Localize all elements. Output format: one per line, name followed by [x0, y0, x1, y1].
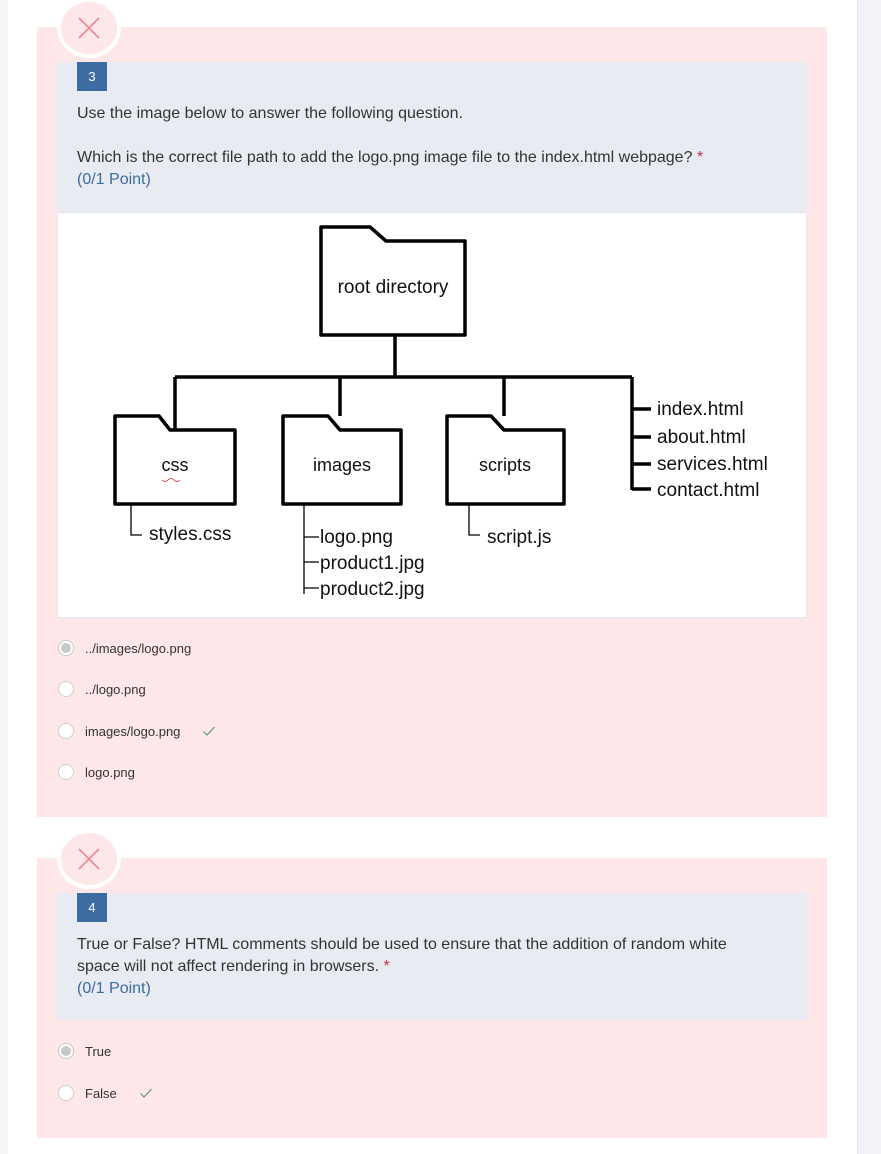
option-false[interactable]: False [57, 1082, 153, 1104]
images-file-label: product2.jpg [320, 579, 425, 600]
scripts-folder-label: scripts [479, 455, 531, 475]
radio-button[interactable] [58, 1043, 74, 1059]
folder-tree-diagram: root directory css images scripts styles… [113, 225, 768, 600]
incorrect-badge [57, 0, 121, 58]
question-prompt: Which is the correct file path to add th… [77, 147, 777, 191]
question-points: (0/1 Point) [77, 980, 151, 997]
question-prompt-line2: space will not affect rendering in brows… [77, 958, 380, 975]
scripts-file-label: script.js [487, 527, 551, 548]
images-folder-label: images [313, 455, 371, 475]
images-file-label: product1.jpg [320, 553, 425, 574]
radio-button[interactable] [58, 1085, 74, 1101]
option-label: ../images/logo.png [85, 640, 192, 656]
root-file-label: about.html [657, 427, 746, 448]
scrollbar-track[interactable] [857, 0, 881, 1154]
option-logo[interactable]: logo.png [57, 761, 135, 783]
question-number: 4 [77, 893, 107, 922]
images-file-label: logo.png [320, 527, 393, 548]
correct-check-icon [203, 726, 216, 736]
question-prompt-text: Which is the correct file path to add th… [77, 149, 693, 166]
correct-check-icon [139, 1088, 152, 1098]
option-images-logo-relative[interactable]: ../images/logo.png [57, 637, 191, 659]
option-true[interactable]: True [57, 1040, 111, 1062]
root-directory-label: root directory [338, 277, 449, 298]
question-prompt-line1: True or False? HTML comments should be u… [77, 936, 727, 953]
question-card-3: 3 Use the image below to answer the foll… [37, 0, 827, 817]
css-file-label: styles.css [149, 524, 231, 545]
x-icon [78, 17, 100, 39]
question-number: 3 [77, 62, 107, 91]
root-file-label: contact.html [657, 480, 759, 501]
root-file-label: index.html [657, 399, 744, 420]
folder-structure-figure: root directory css images scripts styles… [57, 212, 807, 618]
x-icon [78, 848, 100, 870]
question-intro: Use the image below to answer the follow… [77, 105, 463, 122]
required-marker: * [696, 149, 704, 166]
root-file-label: services.html [657, 454, 768, 475]
css-folder-label: css [162, 455, 189, 475]
incorrect-badge [57, 829, 121, 889]
radio-button[interactable] [58, 640, 74, 656]
required-marker: * [383, 958, 390, 975]
question-card-4: 4 True or False? HTML comments should be… [37, 829, 827, 1138]
option-label: True [85, 1043, 112, 1059]
option-label: images/logo.png [85, 723, 181, 739]
radio-button[interactable] [58, 681, 74, 697]
question-prompt: True or False? HTML comments should be u… [77, 934, 777, 1000]
left-gutter [0, 0, 8, 1154]
option-images-logo[interactable]: images/logo.png [57, 720, 216, 742]
question-panel: 4 True or False? HTML comments should be… [57, 893, 807, 1020]
option-label: logo.png [85, 764, 135, 780]
radio-button[interactable] [58, 764, 74, 780]
option-label: ../logo.png [85, 681, 146, 697]
option-label: False [85, 1085, 117, 1101]
option-parent-logo[interactable]: ../logo.png [57, 678, 146, 700]
question-panel: 3 Use the image below to answer the foll… [57, 62, 807, 212]
radio-button[interactable] [58, 723, 74, 739]
question-points: (0/1 Point) [77, 171, 151, 188]
